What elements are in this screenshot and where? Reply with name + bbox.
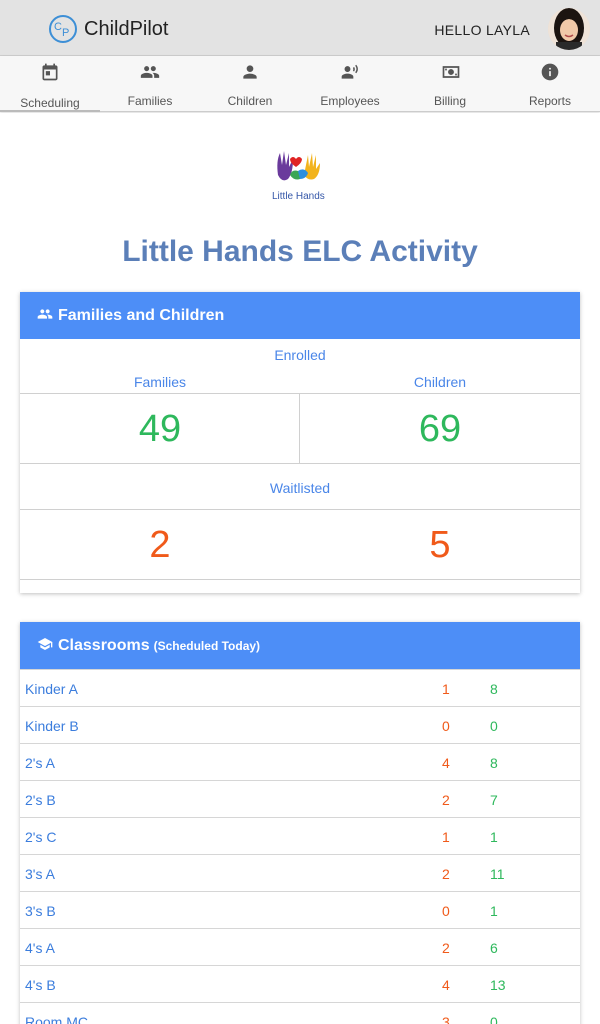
classroom-count-orange: 1 xyxy=(442,681,450,697)
classrooms-title: Classrooms xyxy=(58,637,150,654)
nav-label-children: Children xyxy=(227,94,273,108)
classroom-name[interactable]: 2's A xyxy=(25,755,55,771)
svg-text:P: P xyxy=(62,27,69,39)
families-column-label: Families xyxy=(133,374,187,390)
classroom-name[interactable]: 4's B xyxy=(25,977,56,993)
page-title: Little Hands ELC Activity xyxy=(122,235,478,268)
enrolled-children-count[interactable]: 69 xyxy=(300,408,580,451)
graduation-cap-icon xyxy=(37,638,53,650)
nav-reports[interactable]: Reports xyxy=(500,56,600,112)
avatar[interactable] xyxy=(548,8,590,50)
families-card-title: Families and Children xyxy=(58,307,225,324)
app-name[interactable]: ChildPilot xyxy=(84,18,168,41)
classroom-count-green: 1 xyxy=(490,903,498,919)
info-icon xyxy=(541,63,559,81)
people-icon xyxy=(140,66,160,78)
classroom-count-orange: 1 xyxy=(442,829,450,845)
nav-scheduling[interactable]: Scheduling xyxy=(0,56,100,112)
nav-employees[interactable]: Employees xyxy=(300,56,400,112)
classroom-name[interactable]: 2's C xyxy=(25,829,56,845)
table-row[interactable]: 2's A 4 8 xyxy=(20,743,580,780)
enrolled-label: Enrolled xyxy=(274,347,326,363)
user-greeting[interactable]: HELLO LAYLA xyxy=(434,22,530,38)
classroom-name[interactable]: 4's A xyxy=(25,940,55,956)
money-icon xyxy=(442,66,460,78)
people-icon xyxy=(37,309,53,319)
classroom-count-orange: 2 xyxy=(442,792,450,808)
classroom-name[interactable]: 3's A xyxy=(25,866,55,882)
classroom-count-green: 7 xyxy=(490,792,498,808)
classroom-count-orange: 3 xyxy=(442,1014,450,1024)
table-row[interactable]: 4's A 2 6 xyxy=(20,928,580,965)
children-column-label: Children xyxy=(413,374,467,390)
main-content: Little Hands Little Hands ELC Activity F… xyxy=(0,113,600,1024)
table-row[interactable]: 2's B 2 7 xyxy=(20,780,580,817)
waitlisted-families-count[interactable]: 2 xyxy=(20,524,300,567)
enrolled-families-count[interactable]: 49 xyxy=(20,408,300,451)
classroom-count-green: 13 xyxy=(490,977,506,993)
waitlisted-children-count[interactable]: 5 xyxy=(300,524,580,567)
childpilot-logo-icon[interactable]: C P xyxy=(48,14,78,44)
table-row[interactable]: 4's B 4 13 xyxy=(20,965,580,1002)
table-row[interactable]: Kinder B 0 0 xyxy=(20,706,580,743)
person-icon xyxy=(243,65,257,79)
classroom-count-orange: 4 xyxy=(442,977,450,993)
classroom-name[interactable]: 3's B xyxy=(25,903,56,919)
svg-text:C: C xyxy=(54,21,62,33)
table-row[interactable]: Kinder A 1 8 xyxy=(20,669,580,706)
enrolled-counts-row: 49 69 xyxy=(20,393,580,463)
classroom-name[interactable]: Kinder B xyxy=(25,718,79,734)
families-card-header: Families and Children xyxy=(20,292,580,339)
classroom-count-green: 0 xyxy=(490,1014,498,1024)
hands-logo-icon: Little Hands xyxy=(272,151,325,202)
nav-families[interactable]: Families xyxy=(100,56,200,112)
classroom-count-green: 0 xyxy=(490,718,498,734)
nav-billing[interactable]: Billing xyxy=(400,56,500,112)
little-hands-logo: Little Hands xyxy=(268,143,332,207)
card-footer-divider xyxy=(20,579,580,593)
classrooms-subtitle: (Scheduled Today) xyxy=(153,639,261,653)
user-photo-icon xyxy=(548,8,590,50)
classroom-name[interactable]: Kinder A xyxy=(25,681,78,697)
classroom-count-orange: 0 xyxy=(442,903,450,919)
classroom-count-green: 1 xyxy=(490,829,498,845)
calendar-icon xyxy=(42,63,58,81)
classroom-name[interactable]: Room MC xyxy=(25,1014,88,1024)
nav-label-families: Families xyxy=(127,94,173,108)
waitlisted-counts-row: 2 5 xyxy=(20,509,580,579)
families-children-card: Families and Children Enrolled Families … xyxy=(20,292,580,593)
classroom-count-green: 8 xyxy=(490,755,498,771)
nav-label-employees: Employees xyxy=(320,94,380,108)
classrooms-card-header: Classrooms (Scheduled Today) xyxy=(20,622,580,669)
table-row[interactable]: Room MC 3 0 xyxy=(20,1002,580,1024)
table-row[interactable]: 2's C 1 1 xyxy=(20,817,580,854)
nav-label-scheduling: Scheduling xyxy=(20,96,80,110)
classroom-name[interactable]: 2's B xyxy=(25,792,56,808)
main-nav: Scheduling Families Children Employees B… xyxy=(0,56,600,112)
nav-children[interactable]: Children xyxy=(200,56,300,112)
classroom-count-green: 6 xyxy=(490,940,498,956)
classroom-count-orange: 2 xyxy=(442,940,450,956)
waitlisted-label-row: Waitlisted xyxy=(20,463,580,509)
waitlisted-label: Waitlisted xyxy=(269,480,331,496)
logo-text: Little Hands xyxy=(272,191,325,202)
classroom-count-orange: 4 xyxy=(442,755,450,771)
nav-label-billing: Billing xyxy=(433,94,466,108)
classrooms-card: Classrooms (Scheduled Today) Kinder A 1 8 Ki… xyxy=(20,622,580,1024)
employees-icon xyxy=(341,64,358,79)
nav-label-reports: Reports xyxy=(528,94,572,108)
table-row[interactable]: 3's B 0 1 xyxy=(20,891,580,928)
classroom-count-green: 11 xyxy=(490,866,505,882)
top-bar: C P ChildPilot HELLO LAYLA xyxy=(0,0,600,56)
classrooms-card-title: Classrooms (Scheduled Today) xyxy=(58,637,260,655)
classroom-count-orange: 0 xyxy=(442,718,450,734)
classroom-count-orange: 2 xyxy=(442,866,450,882)
table-row[interactable]: 3's A 2 11 xyxy=(20,854,580,891)
classroom-count-green: 8 xyxy=(490,681,498,697)
